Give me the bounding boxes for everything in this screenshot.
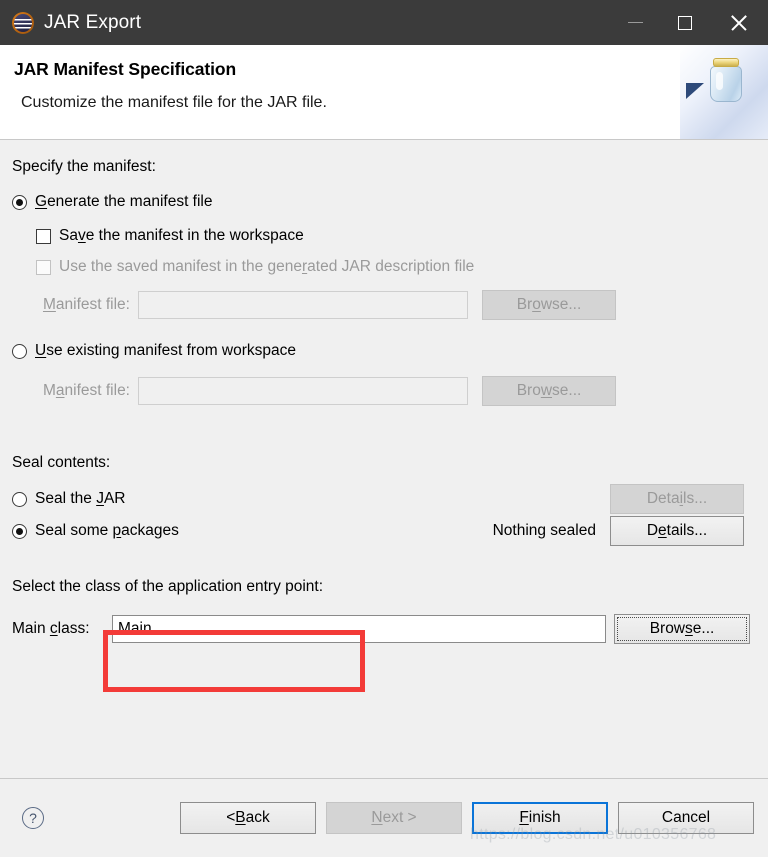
save-manifest-checkbox[interactable] — [36, 228, 51, 244]
window-controls — [610, 0, 768, 45]
seal-jar-label: Seal the JAR — [35, 490, 126, 507]
window-title: JAR Export — [44, 11, 142, 33]
main-class-row: Main class: Main Brow s e... — [12, 614, 756, 644]
use-saved-manifest-checkbox — [36, 259, 51, 275]
use-saved-manifest-checkbox-row: Use the saved manifest in the generated … — [36, 258, 756, 276]
manifest-browse-button-2: Bro w se... — [482, 376, 616, 406]
seal-packages-radio-row[interactable]: Seal some packages Nothing sealed De tail… — [12, 516, 756, 546]
seal-packages-label: Seal some packages — [35, 522, 179, 539]
use-existing-manifest-radio-row[interactable]: Use existing manifest from workspace — [12, 342, 756, 360]
use-existing-manifest-radio[interactable] — [12, 343, 27, 359]
title-bar: JAR Export — [0, 0, 768, 45]
manifest-file-input-1 — [138, 291, 468, 319]
main-class-input[interactable]: Main — [112, 615, 606, 643]
help-icon[interactable]: ? — [22, 807, 44, 829]
footer-buttons: < Back Next > Finish Cancel — [180, 802, 754, 834]
dialog-header: JAR Manifest Specification Customize the… — [0, 45, 768, 140]
use-existing-manifest-label: Use existing manifest from workspace — [35, 342, 297, 359]
back-button[interactable]: < Back — [180, 802, 316, 834]
seal-packages-radio[interactable] — [12, 523, 27, 539]
seal-status-text: Nothing sealed — [492, 522, 596, 539]
manifest-file-input-2 — [138, 377, 468, 405]
page-subtitle: Customize the manifest file for the JAR … — [21, 94, 327, 111]
minimize-icon — [627, 21, 643, 24]
maximize-icon — [678, 15, 692, 30]
save-manifest-checkbox-row[interactable]: Save the manifest in the workspace — [36, 227, 756, 245]
jar-export-banner-icon — [680, 45, 768, 139]
cancel-button[interactable]: Cancel — [618, 802, 754, 834]
main-class-browse-button[interactable]: Brow s e... — [614, 614, 750, 644]
export-arrow-icon — [686, 83, 704, 99]
manifest-browse-button-1: Br o wse... — [482, 290, 616, 320]
generate-manifest-radio[interactable] — [12, 194, 27, 210]
jar-export-dialog: JAR Export JAR Manifest Specification Cu… — [0, 0, 768, 857]
manifest-group-label: Specify the manifest: — [12, 158, 156, 175]
dialog-body: Specify the manifest: Generate the manif… — [0, 140, 768, 778]
manifest-file-row-2: Manifest file: Bro w se... — [12, 376, 756, 406]
seal-group-label: Seal contents: — [12, 454, 111, 471]
close-button[interactable] — [710, 0, 768, 45]
finish-button[interactable]: Finish — [472, 802, 608, 834]
seal-packages-details-button[interactable]: De tails... — [610, 516, 744, 546]
save-manifest-label: Save the manifest in the workspace — [59, 227, 304, 244]
close-icon — [729, 13, 749, 33]
page-title: JAR Manifest Specification — [14, 59, 237, 79]
manifest-file-label-2: Manifest file: — [42, 382, 130, 399]
use-saved-manifest-label: Use the saved manifest in the generated … — [59, 258, 475, 275]
main-class-label: Main class: — [12, 620, 90, 637]
manifest-file-label-1: Manifest file: — [42, 296, 130, 313]
dialog-footer: ? < Back Next > Finish Cancel — [0, 778, 768, 857]
eclipse-icon — [12, 11, 34, 34]
seal-jar-radio-row[interactable]: Seal the JAR Deta i ls... — [12, 484, 756, 514]
maximize-button[interactable] — [660, 0, 710, 45]
seal-jar-radio[interactable] — [12, 491, 27, 507]
entry-point-group-label: Select the class of the application entr… — [12, 578, 324, 595]
generate-manifest-radio-row[interactable]: Generate the manifest file — [12, 193, 756, 211]
minimize-button[interactable] — [610, 0, 660, 45]
jar-lid-icon — [713, 58, 739, 67]
next-button: Next > — [326, 802, 462, 834]
manifest-file-row-1: Manifest file: Br o wse... — [12, 290, 756, 320]
seal-jar-details-button: Deta i ls... — [610, 484, 744, 514]
generate-manifest-label: Generate the manifest file — [35, 193, 213, 210]
jar-body-icon — [710, 66, 742, 102]
